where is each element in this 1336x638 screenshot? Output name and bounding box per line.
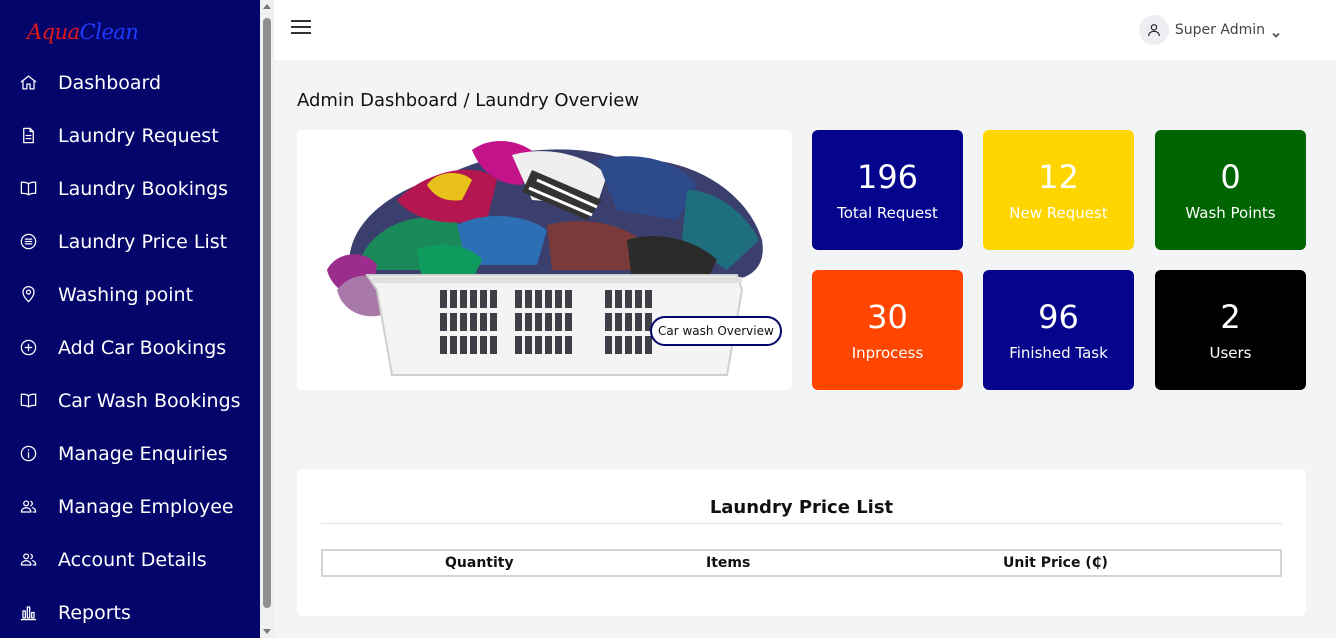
divider — [321, 523, 1282, 524]
sidebar-item-label: Manage Employee — [58, 495, 234, 518]
users-icon — [18, 497, 38, 517]
price-list-title: Laundry Price List — [709, 497, 894, 518]
list-circle-icon — [18, 232, 38, 252]
sidebar-item-dashboard[interactable]: Dashboard — [0, 56, 260, 109]
column-header-items: Items — [706, 555, 751, 571]
stat-inprocess[interactable]: 30 Inprocess — [812, 270, 963, 390]
stat-label: Users — [1209, 344, 1252, 362]
stat-label: Inprocess — [851, 344, 924, 362]
stat-value: 0 — [1220, 158, 1241, 196]
sidebar-item-label: Laundry Request — [58, 124, 219, 147]
hamburger-menu-icon[interactable] — [291, 20, 311, 34]
stat-wash-points[interactable]: 0 Wash Points — [1155, 130, 1306, 250]
sidebar-item-label: Car Wash Bookings — [58, 389, 241, 412]
column-header-quantity: Quantity — [445, 555, 514, 571]
brand-part-clean: Clean — [79, 20, 139, 44]
plus-circle-icon — [18, 338, 38, 358]
page-title: Admin Dashboard / Laundry Overview — [297, 90, 640, 111]
sidebar-item-manage-employee[interactable]: Manage Employee — [0, 480, 260, 533]
stat-label: Finished Task — [1009, 344, 1108, 362]
sidebar-item-label: Dashboard — [58, 71, 162, 94]
scroll-thumb[interactable] — [263, 18, 271, 608]
sidebar: AquaClean Dashboard Laundry Request Laun… — [0, 0, 260, 638]
book-icon — [18, 179, 38, 199]
sidebar-item-label: Laundry Bookings — [58, 177, 229, 200]
sidebar-item-label: Washing point — [58, 283, 194, 306]
scroll-down-arrow[interactable] — [263, 629, 271, 634]
sidebar-item-laundry-bookings[interactable]: Laundry Bookings — [0, 162, 260, 215]
sidebar-item-add-car-bookings[interactable]: Add Car Bookings — [0, 321, 260, 374]
brand-part-aqua: Aqua — [27, 20, 80, 44]
home-icon — [18, 73, 38, 93]
book-icon — [18, 391, 38, 411]
stat-value: 96 — [1038, 298, 1079, 336]
info-icon — [18, 444, 38, 464]
stat-users[interactable]: 2 Users — [1155, 270, 1306, 390]
bar-chart-icon — [18, 603, 38, 623]
sidebar-item-laundry-request[interactable]: Laundry Request — [0, 109, 260, 162]
laundry-hero-card: Car wash Overview — [297, 130, 792, 390]
user-avatar-icon — [1138, 15, 1169, 45]
top-header: Super Admin — [274, 0, 1336, 60]
document-icon — [18, 126, 38, 146]
laundry-basket-illustration — [327, 140, 763, 376]
sidebar-item-manage-enquiries[interactable]: Manage Enquiries — [0, 427, 260, 480]
sidebar-scrollbar[interactable] — [260, 0, 274, 638]
car-wash-overview-button[interactable]: Car wash Overview — [650, 316, 782, 346]
stat-value: 196 — [856, 158, 919, 196]
column-header-unit-price: Unit Price (₵) — [1003, 555, 1108, 571]
sidebar-item-reports[interactable]: Reports — [0, 586, 260, 638]
chevron-down-icon — [1271, 25, 1281, 38]
sidebar-item-car-wash-bookings[interactable]: Car Wash Bookings — [0, 374, 260, 427]
stat-value: 12 — [1038, 158, 1079, 196]
stat-value: 2 — [1220, 298, 1241, 336]
price-list-table: Quantity Items Unit Price (₵) — [321, 549, 1282, 577]
sidebar-item-washing-point[interactable]: Washing point — [0, 268, 260, 321]
sidebar-item-label: Laundry Price List — [58, 230, 228, 253]
stat-label: Total Request — [837, 204, 938, 222]
sidebar-nav: Dashboard Laundry Request Laundry Bookin… — [0, 56, 260, 638]
users-icon — [18, 550, 38, 570]
stat-total-request[interactable]: 196 Total Request — [812, 130, 963, 250]
sidebar-item-label: Account Details — [58, 548, 207, 571]
map-pin-icon — [18, 285, 38, 305]
stat-label: New Request — [1009, 204, 1108, 222]
price-list-card: Laundry Price List Quantity Items Unit P… — [297, 469, 1306, 616]
user-menu[interactable]: Super Admin — [1138, 15, 1281, 45]
stat-label: Wash Points — [1185, 204, 1276, 222]
stat-new-request[interactable]: 12 New Request — [983, 130, 1134, 250]
brand-logo[interactable]: AquaClean — [27, 20, 139, 44]
sidebar-item-label: Add Car Bookings — [58, 336, 227, 359]
stat-value: 30 — [867, 298, 908, 336]
sidebar-item-account-details[interactable]: Account Details — [0, 533, 260, 586]
sidebar-item-label: Reports — [58, 601, 131, 624]
stat-finished-task[interactable]: 96 Finished Task — [983, 270, 1134, 390]
scroll-up-arrow[interactable] — [263, 4, 271, 9]
sidebar-item-label: Manage Enquiries — [58, 442, 228, 465]
user-name: Super Admin — [1174, 22, 1265, 38]
sidebar-item-laundry-price-list[interactable]: Laundry Price List — [0, 215, 260, 268]
